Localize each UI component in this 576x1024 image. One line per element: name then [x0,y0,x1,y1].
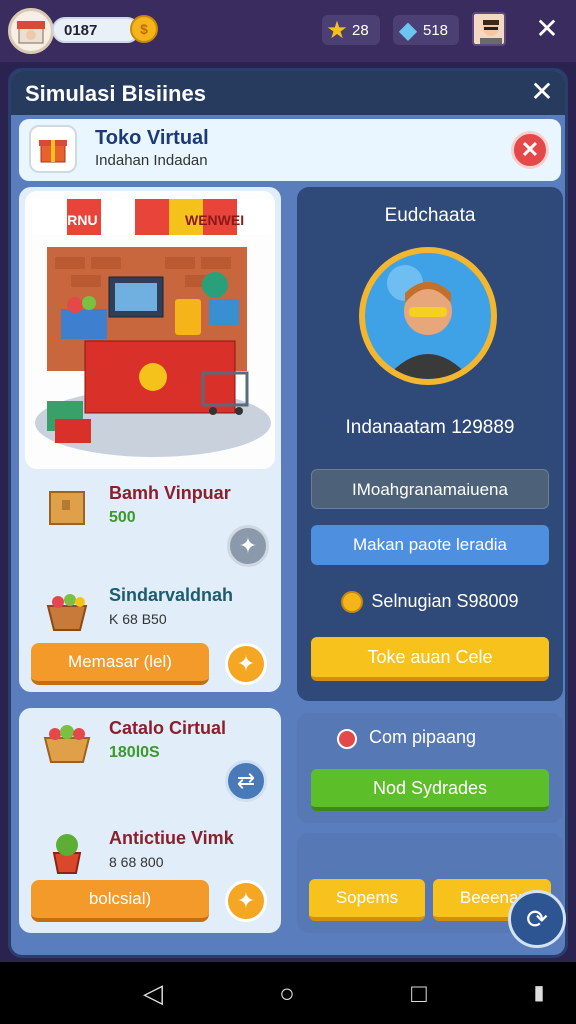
social-button[interactable]: bolcsial) [31,880,209,922]
profile-panel: Eudchaata Indanaatam 129889 IMoahgranama… [297,187,563,701]
shop-avatar-icon [17,21,45,44]
item-value: 180l0S [109,744,160,761]
list-item[interactable]: Sindarvaldnah K 68 B50 [29,581,269,645]
coin-icon [341,591,364,614]
accessibility-icon[interactable]: ▮ [524,978,554,1008]
potted-plant-icon [39,824,95,880]
business-simulation-modal: Simulasi Bisiines ✕ Toko Virtual Indahan… [8,68,568,958]
store-scene-icon: VORNU WENWEI [33,199,271,457]
recent-apps-icon[interactable]: □ [404,978,434,1008]
upgrade-button[interactable]: Nod Sydrades [311,769,549,811]
left-inventory-panel: VORNU WENWEI Bamh Vinpuar 500 ✦ Sindarva… [19,187,281,692]
upgrade-label: Com pipaang [369,727,477,747]
open-button[interactable]: Sopems [309,879,425,921]
gem-value: 518 [423,21,449,39]
market-button[interactable]: Memasar (lel) [31,643,209,685]
upgrade-panel: Com pipaang Nod Sydrades [297,713,563,823]
coin-value: 0187 [64,22,98,39]
user-profile-picture[interactable] [472,12,506,46]
coin-counter: 0187 [52,17,140,43]
modal-close-button[interactable]: ✕ [527,77,557,107]
item-name: Catalo Cirtual [109,718,227,738]
list-item[interactable]: Antictiue Vimk 8 68 800 [29,824,269,888]
shop-action-button[interactable]: Toke auan Cele [311,637,549,681]
gem-icon: ◆ [398,16,418,44]
profile-stat: Indanaatam 129889 [345,417,515,438]
gem-counter: ◆ 518 [393,15,459,45]
parcel-box-icon [39,479,95,535]
item-value: K 68 B50 [109,611,167,627]
hud-close-button[interactable]: ✕ [532,14,562,44]
awning-right-label: WENWEI [185,212,244,228]
boost-icon[interactable]: ✦ [227,525,269,567]
back-icon[interactable]: ◁ [138,978,168,1008]
management-slot[interactable]: IMoahgranamaiuena [311,469,549,509]
money-line: Selnugian S98009 [297,591,563,614]
remove-shop-button[interactable]: ✕ [511,131,549,169]
item-value: 8 68 800 [109,854,164,870]
shop-name: Toko Virtual [95,127,209,149]
top-hud: 0187 $ ★ 28 ◆ 518 ✕ [0,0,576,62]
store-illustration: VORNU WENWEI [25,191,275,469]
item-name: Antictiue Vimk [109,828,234,848]
manager-avatar[interactable] [359,247,497,385]
awning-left-label: VORNU [47,212,98,228]
left-catalog-panel: Catalo Cirtual 180l0S ⇄ Antictiue Vimk 8… [19,708,281,933]
item-name: Sindarvaldnah [109,585,234,605]
shop-card[interactable]: Toko Virtual Indahan Indadan ✕ [19,119,561,181]
star-counter: ★ 28 [322,15,380,45]
modal-title: Simulasi Bisiines [25,81,206,106]
item-name: Bamh Vinpuar [109,483,231,503]
swap-icon[interactable]: ⇄ [225,760,267,802]
produce-basket-icon [39,581,95,637]
money-value: Selnugian S98009 [371,591,519,611]
refresh-icon[interactable]: ⟳ [508,890,566,948]
home-icon[interactable]: ○ [272,978,302,1008]
vegetable-crate-icon [39,714,95,770]
food-slot[interactable]: Makan paote leradia [311,525,549,565]
add-icon[interactable]: ✦ [225,880,267,922]
item-value: 500 [109,509,136,526]
shop-subtitle: Indahan Indadan [95,152,208,169]
coin-icon: $ [130,15,158,43]
add-icon[interactable]: ✦ [225,643,267,685]
system-navigation-bar: ◁ ○ □ ▮ [0,962,576,1024]
profile-title: Eudchaata [384,205,476,226]
alert-dot-icon [337,729,357,749]
star-icon: ★ [326,16,348,44]
player-avatar[interactable] [8,8,54,54]
star-value: 28 [352,21,369,39]
gift-box-icon [29,125,77,173]
modal-header: Simulasi Bisiines ✕ [11,71,565,115]
